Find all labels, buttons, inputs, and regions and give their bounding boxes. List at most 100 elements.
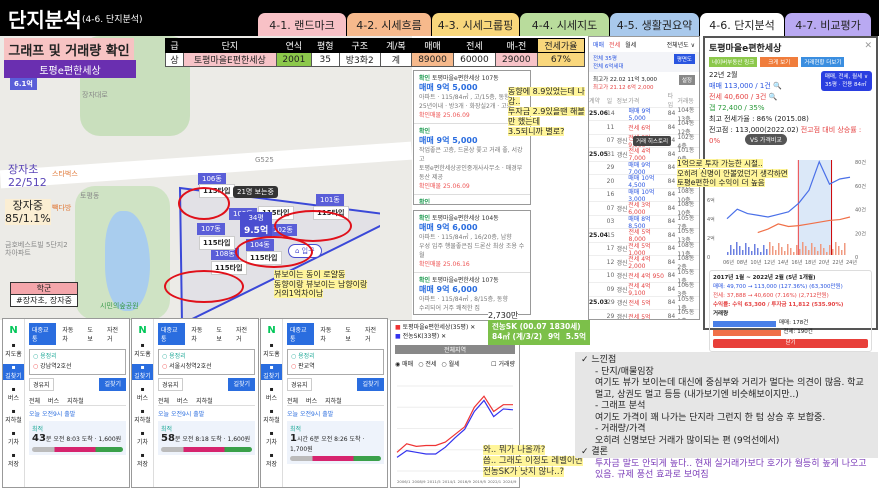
result-tab[interactable]: 전체: [287, 396, 298, 405]
side-nav-item[interactable]: ▪ 지도홈: [261, 342, 282, 358]
side-nav-item[interactable]: ▪ 지하철: [3, 408, 24, 424]
vs-compare-button[interactable]: VS 가격비교: [745, 134, 787, 145]
result-tab[interactable]: 버스: [48, 396, 59, 405]
time-unit: 분: [174, 436, 181, 443]
trade-row[interactable]: 29 갱신 전세 5억 84 105동 1층: [589, 309, 699, 319]
search-route-button[interactable]: 길찾기: [228, 378, 255, 391]
side-nav-item[interactable]: ▪ 버스: [3, 386, 24, 402]
mode-tab[interactable]: 자전거: [362, 323, 384, 345]
side-nav-item[interactable]: ▪ 저장: [261, 452, 282, 468]
tab-7[interactable]: 4-7. 비교평가: [785, 13, 871, 36]
listing-item[interactable]: 확인 토평마을e편한세상 104동 매매 9억 6,000 아파트 · 115/…: [414, 211, 530, 273]
result-tab[interactable]: 전체: [29, 396, 40, 405]
add-waypoint-button[interactable]: 경유지: [158, 378, 183, 391]
search-icon[interactable]: 🔍: [769, 93, 778, 101]
side-nav-item[interactable]: ▪ 버스: [132, 386, 153, 402]
side-nav-item[interactable]: ▪ 저장: [3, 452, 24, 468]
type-filter[interactable]: 매매, 전세, 월세 ∨ 35평 · 전용 84㎡: [820, 71, 872, 91]
listing-item[interactable]: 확인 매매 9억 5,000 소유자직접의뢰 프로산 거래좋음 고층, 남향 입…: [414, 195, 530, 204]
mode-tab[interactable]: 자전거: [104, 323, 126, 345]
side-nav-item[interactable]: ▪ 길찾기: [132, 364, 153, 380]
add-waypoint-button[interactable]: 경유지: [287, 378, 312, 391]
mode-tab[interactable]: 자동차: [317, 323, 339, 345]
result-tab[interactable]: 지하철: [67, 396, 84, 405]
tab-2[interactable]: 4-2. 시세흐름: [347, 13, 431, 36]
search-route-button[interactable]: 길찾기: [99, 378, 126, 391]
x-tick: 14년: [778, 259, 789, 266]
listing-panel-bottom[interactable]: 확인 토평마을e편한세상 104동 매매 9억 6,000 아파트 · 115/…: [413, 210, 531, 315]
naver-link-button[interactable]: 네이버부동산 링크: [709, 57, 758, 67]
note-sub: - 거래량/가격: [581, 424, 872, 436]
tab-1[interactable]: 4-1. 랜드마크: [258, 13, 346, 36]
volume-sale-bar: [713, 320, 776, 327]
tab-4[interactable]: 4-4. 시세지도: [520, 13, 609, 36]
result-tab[interactable]: 지하철: [196, 396, 213, 405]
result-tab[interactable]: 버스: [177, 396, 188, 405]
side-nav-item[interactable]: ▪ 지도홈: [132, 342, 153, 358]
tab-6[interactable]: 4-6. 단지분석: [700, 13, 784, 36]
side-nav-item[interactable]: ▪ 기차: [261, 430, 282, 446]
listing-item[interactable]: 확인 토평마을e편한세상 107동 매매 9억 6,000 아파트 · 115/…: [414, 273, 530, 314]
side-nav-item[interactable]: ▪ 기차: [3, 430, 24, 446]
close-icon[interactable]: ✕: [864, 41, 872, 54]
side-nav-item[interactable]: ▪ 지하철: [132, 408, 153, 424]
side-nav-item[interactable]: ▪ 저장: [132, 452, 153, 468]
price-pin[interactable]: 6.1억: [10, 78, 37, 90]
volume-checkbox[interactable]: ☐ 거래량: [491, 359, 515, 368]
search-icon[interactable]: 🔍: [773, 82, 782, 90]
mode-tab[interactable]: 도보: [342, 323, 359, 345]
side-nav-item[interactable]: ▪ 지도홈: [3, 342, 24, 358]
floorplan-button[interactable]: 평면도: [673, 54, 695, 64]
place-apartment[interactable]: 금호베스트빌 5단지2차아파트: [5, 241, 73, 257]
search-route-button[interactable]: 길찾기: [357, 378, 384, 391]
departure-badge[interactable]: 오늘 오전9시 출발: [287, 409, 384, 418]
side-nav-item[interactable]: ▪ 버스: [261, 386, 282, 402]
x-tick: 2014/1: [442, 479, 456, 484]
tab-jeonse[interactable]: 전세: [609, 40, 620, 49]
transit-card[interactable]: N ▪ 지도홈 ▪ 길찾기 ▪ 버스 ▪ 지하철 ▪ 기차 ▪ 저장 대중교통 자동차 도보 자전거 ○ 용…: [2, 318, 130, 488]
year-filter[interactable]: 전체년도 ∨: [667, 40, 695, 49]
building-101[interactable]: 101동: [316, 194, 344, 206]
building-107[interactable]: 107동: [197, 223, 225, 235]
departure-badge[interactable]: 오늘 오전9시 출발: [29, 409, 126, 418]
mode-tab[interactable]: 도보: [213, 323, 230, 345]
side-nav-item[interactable]: ▪ 길찾기: [261, 364, 282, 380]
radio-monthly[interactable]: ○ 월세: [441, 359, 459, 368]
mode-tab[interactable]: 자동차: [188, 323, 210, 345]
mode-tab[interactable]: 도보: [84, 323, 101, 345]
side-nav-item[interactable]: ▪ 지하철: [261, 408, 282, 424]
place-starbucks[interactable]: 스타벅스: [52, 169, 78, 179]
radio-sale[interactable]: ◉ 매매: [395, 359, 413, 368]
mode-tab[interactable]: 대중교통: [287, 323, 315, 345]
mode-tab[interactable]: 자전거: [233, 323, 255, 345]
mode-tab[interactable]: 대중교통: [29, 323, 57, 345]
tab-3[interactable]: 4-3. 시세그룹핑: [432, 13, 519, 36]
transit-card[interactable]: N ▪ 지도홈 ▪ 길찾기 ▪ 버스 ▪ 지하철 ▪ 기차 ▪ 저장 대중교통 자동차 도보 자전거 ○ 용…: [260, 318, 388, 488]
place-paikdabang[interactable]: 빽다방: [52, 203, 71, 213]
school-middle[interactable]: 장자중 85/1.1%: [5, 199, 51, 225]
mode-tab[interactable]: 대중교통: [158, 323, 186, 345]
mode-tab[interactable]: 자동차: [59, 323, 81, 345]
result-tab[interactable]: 지하철: [325, 396, 342, 405]
result-tab[interactable]: 버스: [306, 396, 317, 405]
close-button[interactable]: 닫기: [713, 339, 868, 348]
selected-building-price[interactable]: 34평 9.5억: [240, 212, 273, 237]
result-tab[interactable]: 전체: [158, 396, 169, 405]
more-trades-button[interactable]: 거래현황 더보기: [801, 57, 845, 67]
x-tick: 16년: [791, 259, 802, 266]
table-cell: 67%: [536, 52, 586, 67]
settings-button[interactable]: 설정: [678, 75, 695, 85]
departure-badge[interactable]: 오늘 오전9시 출발: [158, 409, 255, 418]
tab-sale[interactable]: 매매: [593, 40, 604, 49]
side-nav-item[interactable]: ▪ 길찾기: [3, 364, 24, 380]
add-waypoint-button[interactable]: 경유지: [29, 378, 54, 391]
map-view[interactable]: 토평동 G525 장자대로 6.1억 장자초 22/512 장자중 85/1.1% …: [0, 36, 412, 320]
tab-5[interactable]: 4-5. 생활권요약: [610, 13, 699, 36]
tab-monthly[interactable]: 월세: [625, 40, 636, 49]
place-park[interactable]: 시민의숲공원: [100, 301, 139, 311]
transit-card[interactable]: N ▪ 지도홈 ▪ 길찾기 ▪ 버스 ▪ 지하철 ▪ 기차 ▪ 저장 대중교통 자동차 도보 자전거 ○ 용…: [131, 318, 259, 488]
school-elementary[interactable]: 장자초 22/512: [8, 163, 47, 189]
side-nav-item[interactable]: ▪ 기차: [132, 430, 153, 446]
enlarge-button[interactable]: 크게 보기: [760, 57, 799, 67]
radio-jeonse[interactable]: ○ 전세: [418, 359, 436, 368]
